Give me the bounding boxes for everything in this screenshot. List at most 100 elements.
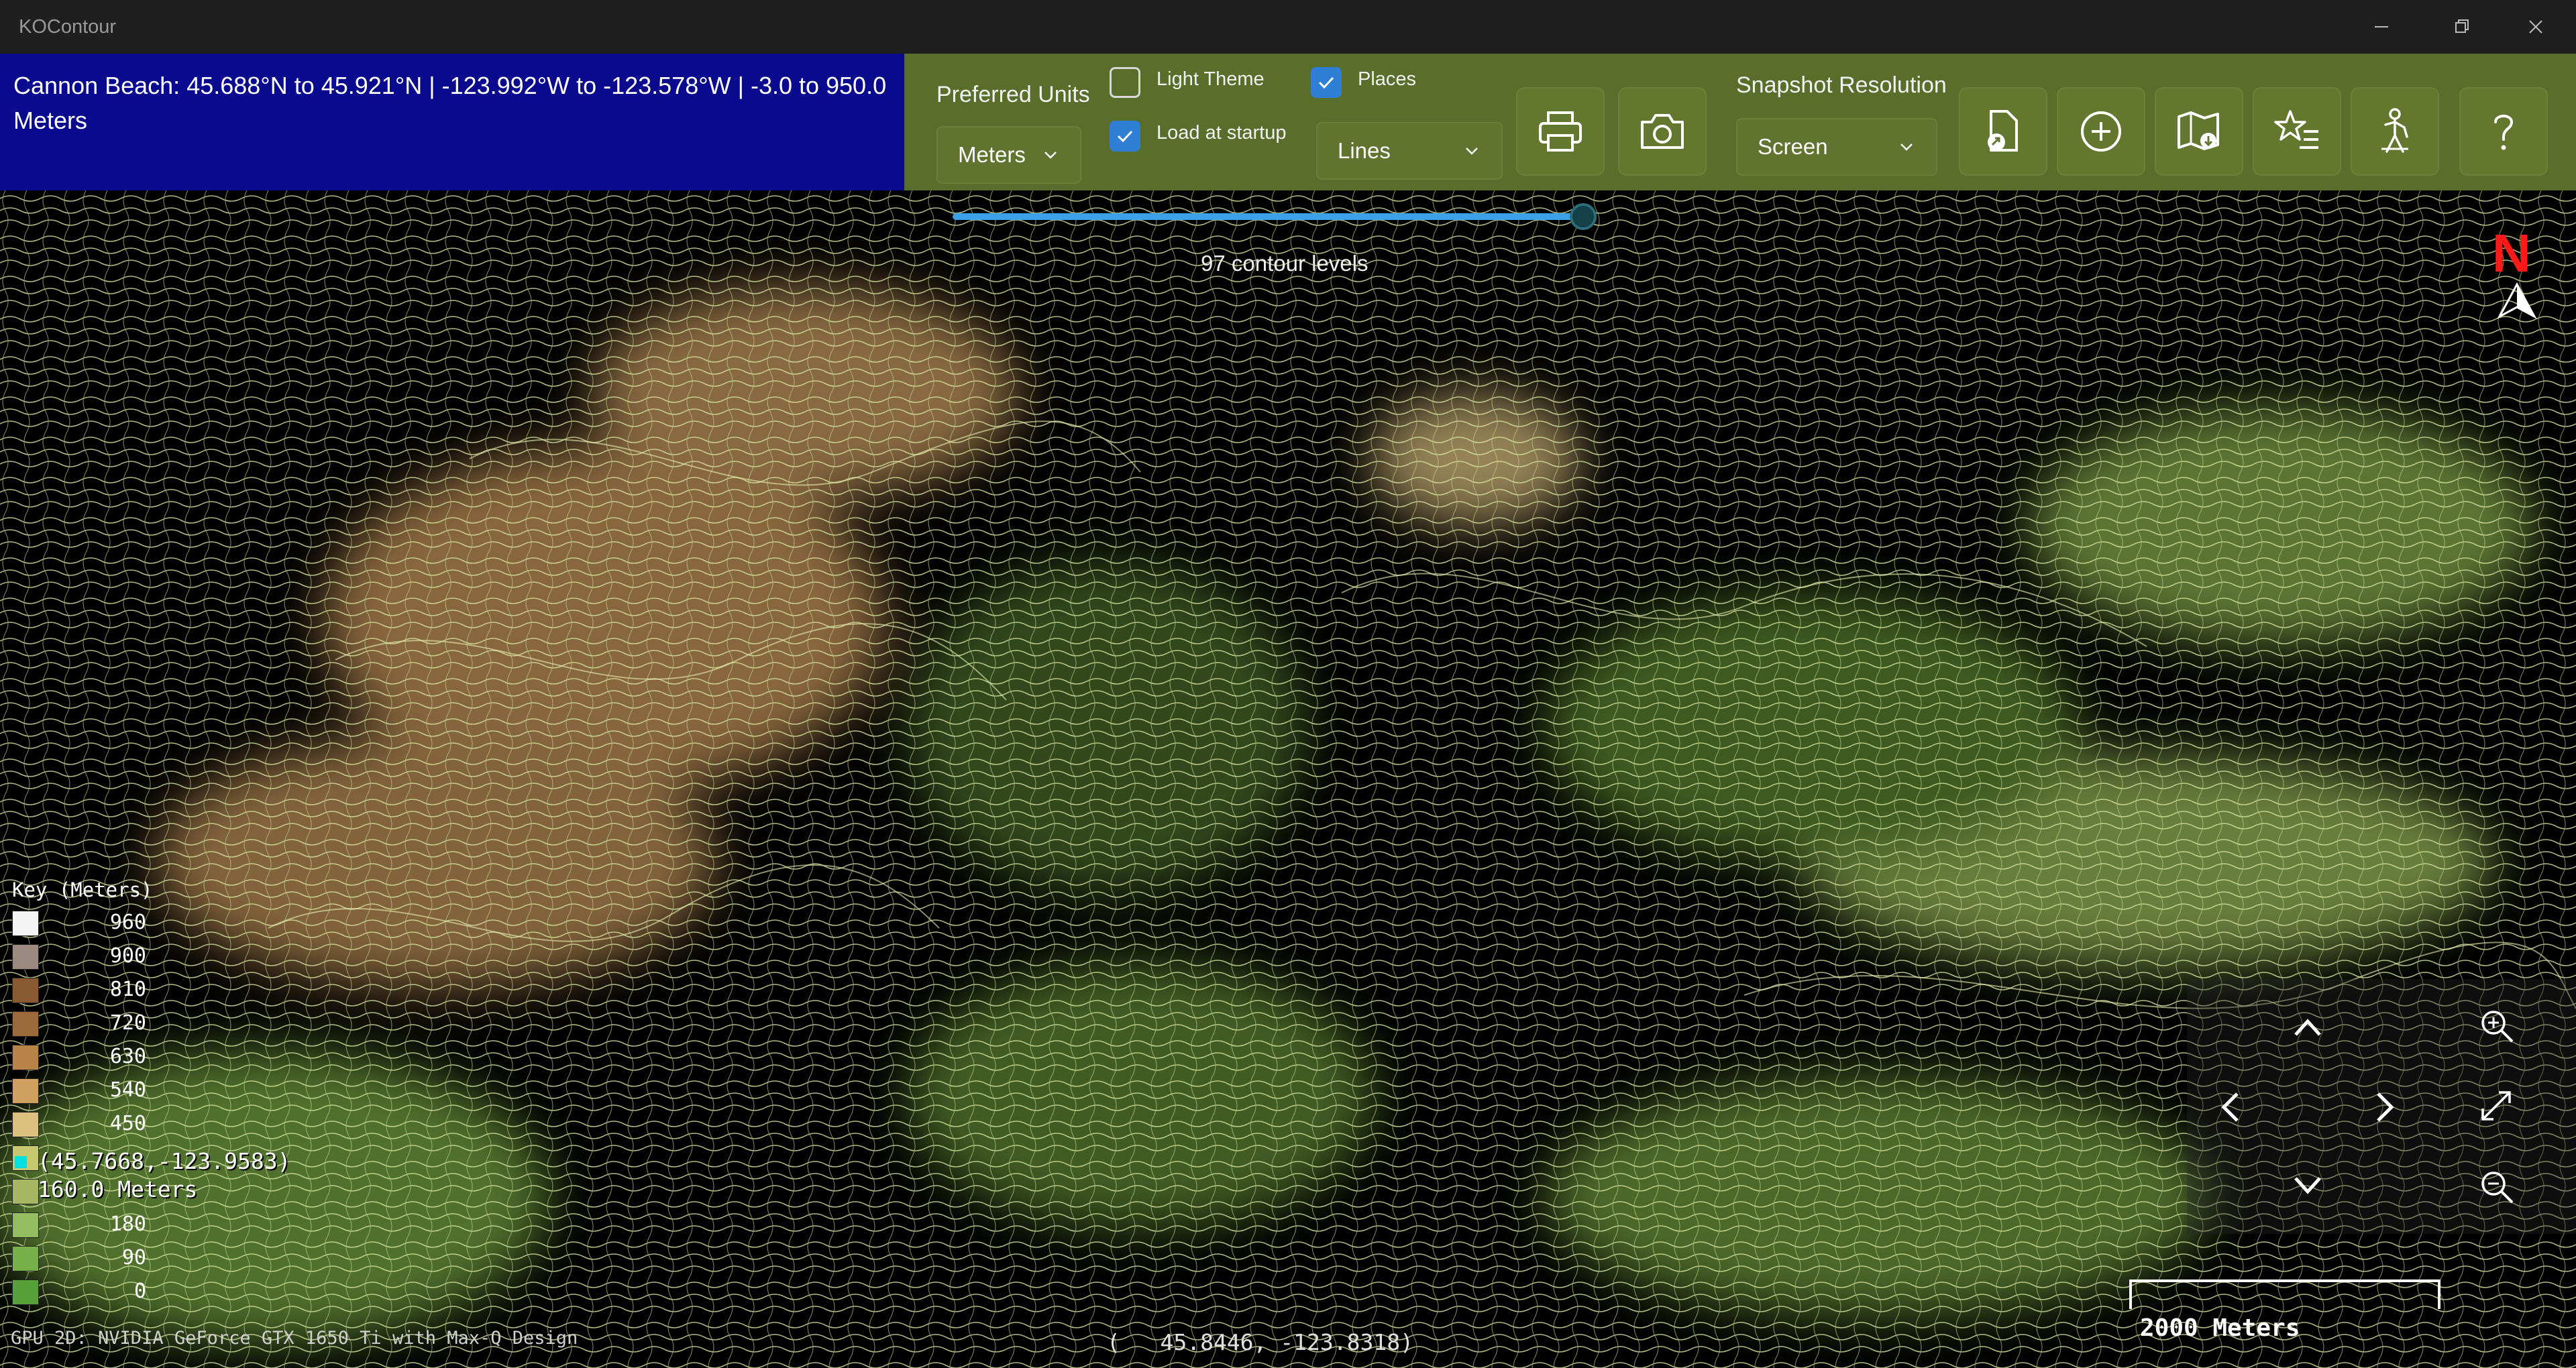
help-icon — [2494, 115, 2514, 150]
checkmark-icon — [1117, 130, 1133, 143]
restore-button[interactable] — [2422, 0, 2502, 54]
zoom-out-button[interactable] — [2466, 1156, 2526, 1216]
legend-value: 540 — [109, 1078, 146, 1102]
add-button[interactable] — [2057, 87, 2145, 176]
add-icon — [2081, 111, 2121, 152]
hiker-icon — [2381, 108, 2408, 153]
hiker-button[interactable] — [2351, 87, 2439, 176]
cursor-marker — [15, 1156, 27, 1168]
legend-swatch — [12, 1179, 39, 1204]
checkmark-icon — [1318, 76, 1334, 89]
legend-row: 90 — [12, 1243, 153, 1277]
chevron-right-icon — [2377, 1092, 2394, 1122]
north-arrow-icon — [2497, 282, 2537, 319]
chevron-up-icon — [2294, 1019, 2321, 1036]
elevation-legend: Key (Meters) 960 900 810 720 630 540 450… — [12, 878, 153, 1310]
legend-value: 450 — [109, 1112, 146, 1135]
snapshot-resolution-dropdown[interactable]: Screen — [1736, 118, 1937, 176]
legend-swatch — [12, 978, 39, 1003]
snapshot-resolution-value: Screen — [1758, 134, 1828, 159]
legend-title: Key (Meters) — [12, 878, 153, 901]
favorites-button[interactable] — [2253, 87, 2341, 176]
export-icon — [1988, 110, 2018, 152]
places-checkbox[interactable] — [1311, 67, 1342, 98]
legend-swatch — [12, 1279, 39, 1305]
camera-icon — [1641, 114, 1684, 149]
pan-right-button[interactable] — [2355, 1077, 2415, 1137]
minimize-button[interactable] — [2341, 0, 2422, 54]
chevron-down-icon — [1900, 144, 1913, 151]
window-title: KOContour — [19, 15, 117, 38]
places-label: Places — [1358, 68, 1417, 90]
legend-swatch — [12, 1045, 39, 1070]
contour-levels-text: 97 contour levels — [1201, 251, 1368, 276]
units-value: Meters — [958, 142, 1026, 167]
legend-swatch — [12, 1011, 39, 1037]
gpu-info: GPU 2D: NVIDIA GeForce GTX 1650 Ti with … — [11, 1328, 578, 1349]
legend-row: 540 — [12, 1076, 153, 1109]
legend-row: 180 — [12, 1210, 153, 1243]
close-icon — [2529, 20, 2542, 34]
legend-row: 630 — [12, 1042, 153, 1076]
chevron-left-icon — [2221, 1092, 2239, 1122]
help-button[interactable] — [2459, 87, 2548, 176]
close-button[interactable] — [2496, 0, 2576, 54]
legend-row: 810 — [12, 975, 153, 1009]
chevron-down-icon — [1466, 148, 1478, 155]
legend-swatch — [12, 944, 39, 970]
print-icon — [1539, 111, 1582, 152]
snapshot-resolution-label: Snapshot Resolution — [1736, 72, 1947, 98]
preferred-units-label: Preferred Units — [936, 82, 1090, 107]
export-button[interactable] — [1959, 87, 2047, 176]
contour-levels-slider[interactable] — [953, 213, 1583, 220]
pan-left-button[interactable] — [2200, 1077, 2261, 1137]
scale-label: 2000 Meters — [2140, 1314, 2300, 1342]
chevron-down-icon — [2294, 1177, 2321, 1194]
contour-levels-slider-thumb[interactable] — [1570, 203, 1597, 230]
title-bar: KOContour — [0, 0, 2576, 54]
zoom-in-button[interactable] — [2466, 995, 2526, 1056]
pan-down-button[interactable] — [2277, 1155, 2338, 1215]
pan-up-button[interactable] — [2277, 998, 2338, 1058]
units-dropdown[interactable]: Meters — [936, 126, 1081, 184]
legend-swatch — [12, 1212, 39, 1238]
zoom-in-icon — [2481, 1011, 2514, 1043]
fit-extent-button[interactable] — [2466, 1076, 2526, 1136]
legend-swatch — [12, 911, 39, 936]
load-startup-label: Load at startup — [1157, 122, 1287, 144]
chevron-down-icon — [1044, 152, 1057, 159]
print-button[interactable] — [1516, 87, 1605, 176]
legend-swatch — [12, 1112, 39, 1137]
legend-row: 720 — [12, 1009, 153, 1042]
legend-value: 630 — [109, 1045, 146, 1068]
legend-value: 720 — [109, 1011, 146, 1035]
legend-value: 900 — [109, 944, 146, 968]
map-download-button[interactable] — [2155, 87, 2243, 176]
legend-row: 960 — [12, 908, 153, 942]
favorites-icon — [2274, 110, 2318, 149]
load-startup-checkbox[interactable] — [1110, 121, 1140, 152]
legend-swatch — [12, 1078, 39, 1104]
north-label: N — [2492, 223, 2531, 283]
legend-value: 90 — [121, 1246, 146, 1269]
render-mode-value: Lines — [1338, 138, 1391, 163]
legend-value: 0 — [133, 1279, 146, 1303]
region-info-panel: Cannon Beach: 45.688°N to 45.921°N | -12… — [0, 54, 904, 190]
render-mode-dropdown[interactable]: Lines — [1316, 122, 1503, 180]
legend-value: 180 — [109, 1212, 146, 1236]
region-info-text: Cannon Beach: 45.688°N to 45.921°N | -12… — [13, 72, 887, 134]
toolbar: Preferred Units Meters Light Theme Load … — [904, 54, 2576, 190]
zoom-out-icon — [2481, 1172, 2514, 1204]
legend-value: 810 — [109, 978, 146, 1001]
legend-swatch — [12, 1246, 39, 1271]
light-theme-label: Light Theme — [1157, 68, 1265, 90]
legend-row: 0 — [12, 1277, 153, 1310]
snapshot-button[interactable] — [1618, 87, 1707, 176]
map-download-icon — [2178, 111, 2219, 150]
minimize-icon — [2375, 26, 2388, 27]
expand-icon — [2481, 1091, 2511, 1121]
cursor-coordinate: (45.7668,-123.9583) — [38, 1148, 291, 1174]
light-theme-checkbox[interactable] — [1110, 67, 1140, 98]
center-coordinate: ( 45.8446, -123.8318) — [1107, 1329, 1413, 1355]
cursor-elevation: 160.0 Meters — [38, 1176, 198, 1202]
